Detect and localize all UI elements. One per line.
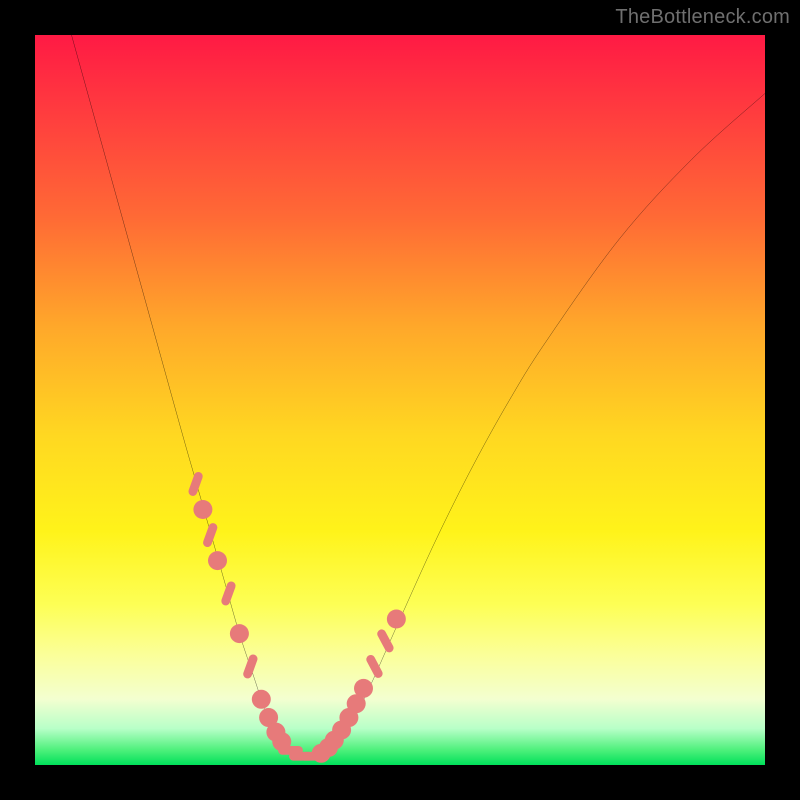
curve-marker [208, 551, 227, 570]
curve-marker [230, 624, 249, 643]
chart-frame: TheBottleneck.com [0, 0, 800, 800]
curve-marker [202, 522, 219, 548]
curve-marker [354, 679, 373, 698]
curve-marker [376, 628, 395, 654]
curve-marker [220, 580, 237, 606]
curve-marker [252, 690, 271, 709]
curve-markers [187, 471, 406, 763]
plot-area [35, 35, 765, 765]
curve-marker [387, 610, 406, 629]
watermark-text: TheBottleneck.com [615, 6, 790, 29]
chart-svg [35, 35, 765, 765]
bottleneck-curve [72, 35, 766, 758]
curve-marker [187, 471, 204, 497]
curve-marker [193, 500, 212, 519]
curve-marker [365, 653, 384, 679]
curve-marker [242, 653, 259, 679]
